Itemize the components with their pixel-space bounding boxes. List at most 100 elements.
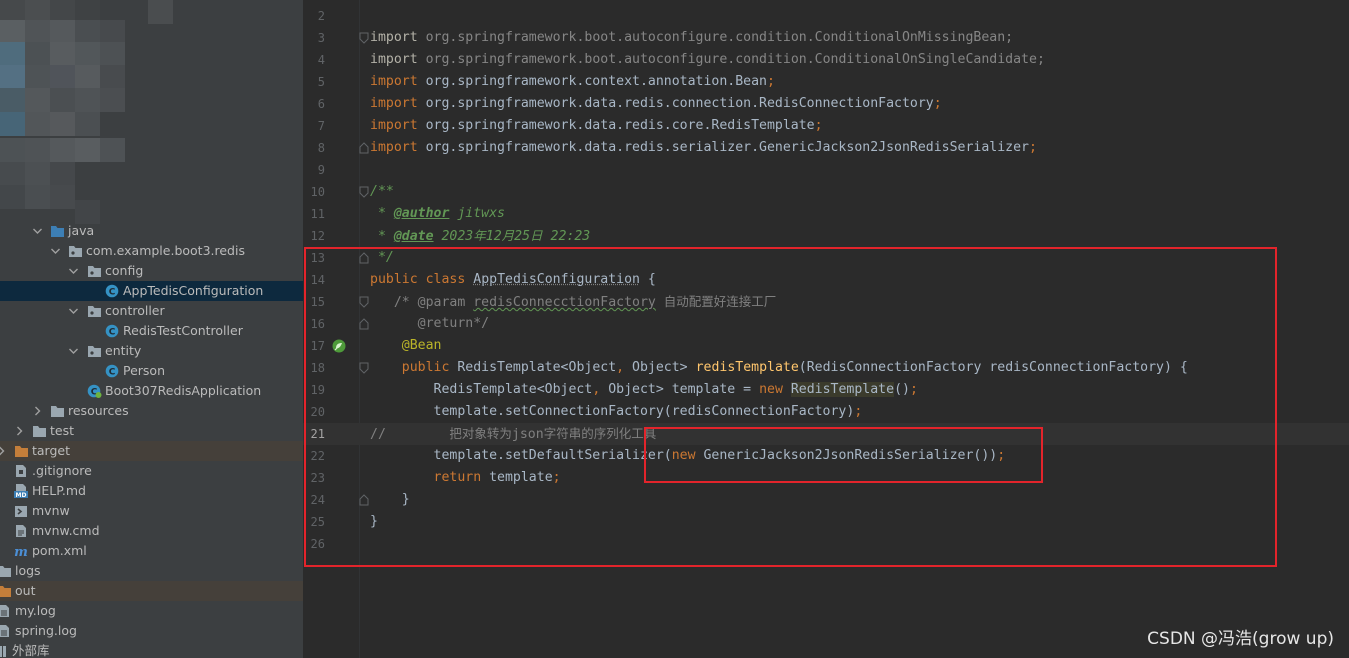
line-number: 20 (310, 405, 325, 419)
tree-item-label: entity (105, 343, 142, 358)
code-line[interactable]: 12 * @date 2023年12月25日 22:23 (303, 225, 1349, 247)
project-tree-panel[interactable]: java com.example.boot3.redis config C AppTed… (0, 0, 303, 658)
tree-item[interactable]: spring.log (0, 621, 303, 641)
blur-cell (100, 20, 125, 44)
chevron-right-icon[interactable] (33, 406, 42, 416)
line-number: 15 (310, 295, 325, 309)
code-text: import org.springframework.boot.autoconf… (370, 52, 1045, 67)
tree-item[interactable]: resources (0, 401, 303, 421)
tree-item[interactable]: controller (0, 301, 303, 321)
code-line[interactable]: 16 @return*/ (303, 313, 1349, 335)
tree-item[interactable]: config (0, 261, 303, 281)
svg-text:C: C (109, 367, 116, 377)
fold-marker-icon[interactable] (359, 362, 369, 374)
code-line[interactable]: 19 RedisTemplate<Object, Object> templat… (303, 379, 1349, 401)
tree-item[interactable]: com.example.boot3.redis (0, 241, 303, 261)
code-line[interactable]: 3 import org.springframework.boot.autocon… (303, 27, 1349, 49)
tree-item[interactable]: java (0, 221, 303, 241)
fold-marker-icon[interactable] (359, 32, 369, 44)
tree-item[interactable]: MD HELP.md (0, 481, 303, 501)
tree-item[interactable]: C Boot307RedisApplication (0, 381, 303, 401)
tree-item[interactable]: mvnw.cmd (0, 521, 303, 541)
blur-cell (50, 42, 75, 66)
tree-item[interactable]: test (0, 421, 303, 441)
line-number: 18 (310, 361, 325, 375)
code-text: @Bean (401, 338, 442, 353)
blur-cell (100, 42, 125, 66)
code-line[interactable]: 2 (303, 5, 1349, 27)
code-text: /** (370, 184, 394, 199)
blur-cell (100, 88, 125, 112)
svg-text:C: C (109, 287, 116, 297)
code-line[interactable]: 25} (303, 511, 1349, 533)
fold-marker-icon[interactable] (359, 252, 369, 264)
tree-item[interactable]: C RedisTestController (0, 321, 303, 341)
code-line[interactable]: 9 (303, 159, 1349, 181)
tree-item[interactable]: target (0, 441, 303, 461)
code-line[interactable]: 22 template.setDefaultSerializer(new Gen… (303, 445, 1349, 467)
chevron-right-icon[interactable] (15, 426, 24, 436)
blur-cell (148, 0, 173, 24)
package-icon (87, 264, 102, 278)
blur-cell (0, 112, 25, 136)
chevron-down-icon[interactable] (33, 226, 42, 236)
code-line[interactable]: 4 import org.springframework.boot.autocon… (303, 49, 1349, 71)
tree-item[interactable]: entity (0, 341, 303, 361)
tree-item[interactable]: mvnw (0, 501, 303, 521)
tree-item[interactable]: m pom.xml (0, 541, 303, 561)
tree-item[interactable]: my.log (0, 601, 303, 621)
tree-item[interactable]: C Person (0, 361, 303, 381)
fold-marker-icon[interactable] (359, 296, 369, 308)
code-text: template.setConnectionFactory(redisConne… (370, 404, 863, 419)
chevron-down-icon[interactable] (69, 346, 78, 356)
blur-cell (75, 138, 100, 162)
chevron-down-icon[interactable] (69, 306, 78, 316)
code-line[interactable]: 24 } (303, 489, 1349, 511)
code-text: } (370, 492, 410, 507)
chevron-down-icon[interactable] (69, 266, 78, 276)
line-number: 26 (310, 537, 325, 551)
code-line[interactable]: 7 import org.springframework.data.redis.c… (303, 115, 1349, 137)
fold-marker-icon[interactable] (359, 142, 369, 154)
line-number: 10 (310, 185, 325, 199)
code-text: // 把对象转为json字符串的序列化工具 (370, 426, 657, 442)
code-line[interactable]: 14 public class AppTedisConfiguration { (303, 269, 1349, 291)
code-line[interactable]: 17 @Bean (303, 335, 1349, 357)
blur-cell (0, 65, 25, 89)
blur-cell (25, 20, 50, 44)
code-line[interactable]: 23 return template; (303, 467, 1349, 489)
code-editor[interactable]: 2 3 import org.springframework.boot.autoco… (303, 0, 1349, 658)
line-number: 19 (310, 383, 325, 397)
code-line[interactable]: 6 import org.springframework.data.redis.c… (303, 93, 1349, 115)
tree-item[interactable]: .gitignore (0, 461, 303, 481)
code-line[interactable]: 11 * @author jitwxs (303, 203, 1349, 225)
blur-cell (100, 138, 125, 162)
chevron-down-icon[interactable] (51, 246, 60, 256)
tree-item[interactable]: 外部库 (0, 641, 303, 658)
code-line[interactable]: 13 */ (303, 247, 1349, 269)
code-line[interactable]: 21 // 把对象转为json字符串的序列化工具 (303, 423, 1349, 445)
blur-cell (25, 88, 50, 112)
tree-item[interactable]: out (0, 581, 303, 601)
code-line[interactable]: 5 import org.springframework.context.anno… (303, 71, 1349, 93)
code-line[interactable]: 10 /** (303, 181, 1349, 203)
code-line[interactable]: 8 import org.springframework.data.redis.s… (303, 137, 1349, 159)
code-text: /* @param redisConnecctionFactory 自动配置好连… (370, 294, 777, 310)
code-text: @return*/ (370, 316, 490, 331)
fold-marker-icon[interactable] (359, 186, 369, 198)
fold-marker-icon[interactable] (359, 494, 369, 506)
blur-cell (0, 138, 25, 162)
code-line[interactable]: 20 template.setConnectionFactory(redisCo… (303, 401, 1349, 423)
tree-item-label: java (68, 223, 95, 238)
code-line[interactable]: 18 public RedisTemplate<Object, Object> … (303, 357, 1349, 379)
tree-item-label: resources (68, 403, 129, 418)
code-line[interactable]: 15 /* @param redisConnecctionFactory 自动配… (303, 291, 1349, 313)
tree-item-label: Person (123, 363, 166, 378)
tree-item[interactable]: C AppTedisConfiguration (0, 281, 303, 301)
chevron-right-icon[interactable] (0, 446, 6, 456)
tree-item[interactable]: logs (0, 561, 303, 581)
blur-cell (75, 42, 100, 66)
spring-bean-icon[interactable] (331, 338, 347, 354)
fold-marker-icon[interactable] (359, 318, 369, 330)
code-line[interactable]: 26 (303, 533, 1349, 555)
